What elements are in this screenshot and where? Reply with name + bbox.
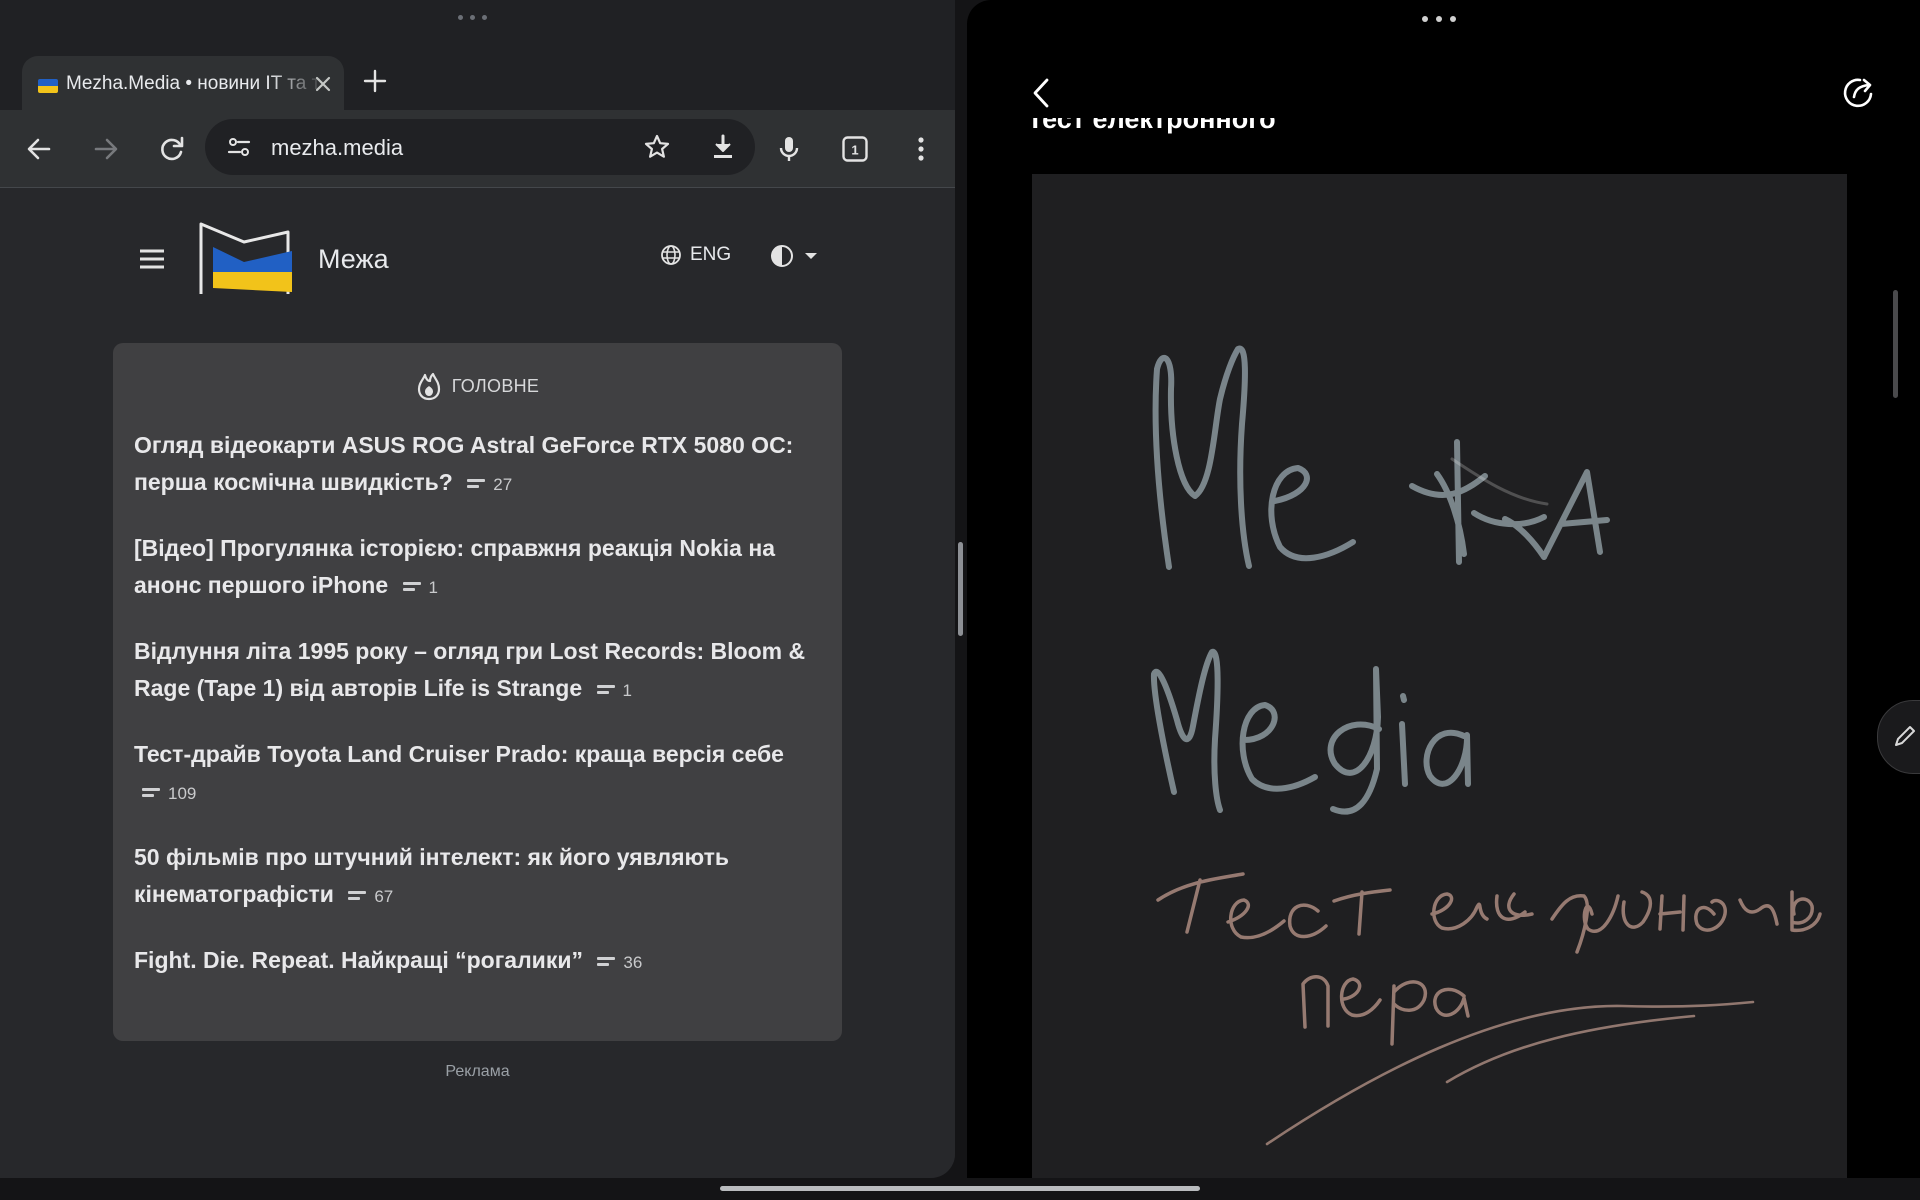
share-icon[interactable] [1840,74,1878,112]
comments-number: 27 [493,474,513,494]
navigation-gesture-bar[interactable] [720,1186,1200,1191]
site-header: Межа ENG [0,188,955,308]
notes-app-pane: Тест електронного [967,0,1920,1178]
hamburger-menu-icon[interactable] [136,246,168,272]
contrast-icon [771,245,793,267]
article-item[interactable]: 50 фільмів про штучний інтелект: як його… [134,839,824,915]
back-chevron-icon[interactable] [1027,76,1057,110]
site-info-icon[interactable] [225,133,253,161]
url-text[interactable]: mezha.media [271,135,403,161]
tab-strip: Mezha.Media • новини IT та технологій [0,50,955,110]
tab-title: Mezha.Media • новини IT та технологій [66,73,326,94]
site-logo[interactable] [196,220,292,296]
article-item[interactable]: Fight. Die. Repeat. Найкращі “рогалики” … [134,942,824,981]
pen-tool-toggle[interactable] [1877,700,1920,774]
section-heading: ГОЛОВНЕ [113,371,842,401]
article-title[interactable]: [Відео] Прогулянка історією: справжня ре… [134,535,775,598]
new-tab-button[interactable] [362,68,388,94]
note-title-container: Тест електронного [1027,118,1727,141]
article-item[interactable]: Тест-драйв Toyota Land Cruiser Prado: кр… [134,736,824,812]
comments-icon [142,788,160,797]
site-name[interactable]: Межа [318,244,389,275]
caret-down-icon [805,253,817,259]
tabs-count: 1 [851,143,858,158]
ad-label: Реклама [445,1063,510,1080]
comments-count[interactable]: 1 [402,569,439,606]
article-item[interactable]: Відлуння літа 1995 року – огляд гри Lost… [134,633,824,709]
more-vert-icon[interactable] [906,134,936,164]
section-heading-label: ГОЛОВНЕ [451,375,540,396]
web-page: Межа ENG ГОЛОВНЕ Огляд відеокарти ASUS R… [0,188,955,1178]
forward-arrow-icon[interactable] [91,134,121,164]
address-bar[interactable]: mezha.media [205,119,755,175]
comments-number: 36 [623,952,643,972]
comments-number: 1 [622,680,632,700]
main-news-card: ГОЛОВНЕ Огляд відеокарти ASUS ROG Astral… [113,343,842,1041]
tab-switcher-icon[interactable]: 1 [840,134,870,164]
canvas-scrollbar[interactable] [1893,290,1898,398]
article-item[interactable]: Огляд відеокарти ASUS ROG Astral GeForce… [134,427,824,503]
browser-tab[interactable]: Mezha.Media • новини IT та технологій [22,56,344,110]
comments-icon [348,891,367,900]
article-title[interactable]: Огляд відеокарти ASUS ROG Astral GeForce… [134,432,793,495]
comments-count[interactable]: 36 [597,944,642,981]
article-title[interactable]: Тест-драйв Toyota Land Cruiser Prado: кр… [134,741,784,767]
window-drag-handle[interactable] [1422,16,1456,22]
handwriting-canvas[interactable] [1032,174,1847,1178]
theme-switch[interactable] [770,244,818,268]
comments-count[interactable]: 109 [142,775,196,812]
download-icon[interactable] [708,132,738,162]
handwriting-drawing [1150,345,1822,1146]
comments-icon [597,957,616,966]
reload-icon[interactable] [157,134,187,164]
comments-icon [467,479,486,488]
star-icon[interactable] [642,132,672,162]
language-switch[interactable]: ENG [660,244,731,266]
comments-count[interactable]: 67 [348,878,393,915]
close-tab-icon[interactable] [312,73,334,95]
comments-number: 1 [428,577,439,597]
note-title[interactable]: Тест електронного [1027,118,1276,135]
globe-icon [661,245,681,265]
article-title[interactable]: Відлуння літа 1995 року – огляд гри Lost… [134,638,805,701]
window-drag-handle[interactable] [458,15,487,20]
mic-icon[interactable] [774,134,804,164]
article-title[interactable]: Fight. Die. Repeat. Найкращі “рогалики” [134,947,583,973]
article-item[interactable]: [Відео] Прогулянка історією: справжня ре… [134,530,824,606]
browser-toolbar: mezha.media 1 [0,110,955,188]
article-title[interactable]: 50 фільмів про штучний інтелект: як його… [134,844,729,907]
comments-number: 109 [168,783,197,803]
comments-count[interactable]: 1 [596,672,632,709]
comments-count[interactable]: 27 [467,466,512,503]
language-label: ENG [690,244,732,265]
back-arrow-icon[interactable] [24,134,54,164]
comments-icon [402,582,421,591]
pen-icon [1895,726,1915,746]
comments-icon [596,685,615,694]
browser-pane: Mezha.Media • новини IT та технологій me… [0,0,955,1178]
ukraine-flag-icon [38,79,58,93]
split-screen-divider-handle[interactable] [958,542,963,636]
comments-number: 67 [374,886,394,906]
flame-icon [417,372,440,401]
